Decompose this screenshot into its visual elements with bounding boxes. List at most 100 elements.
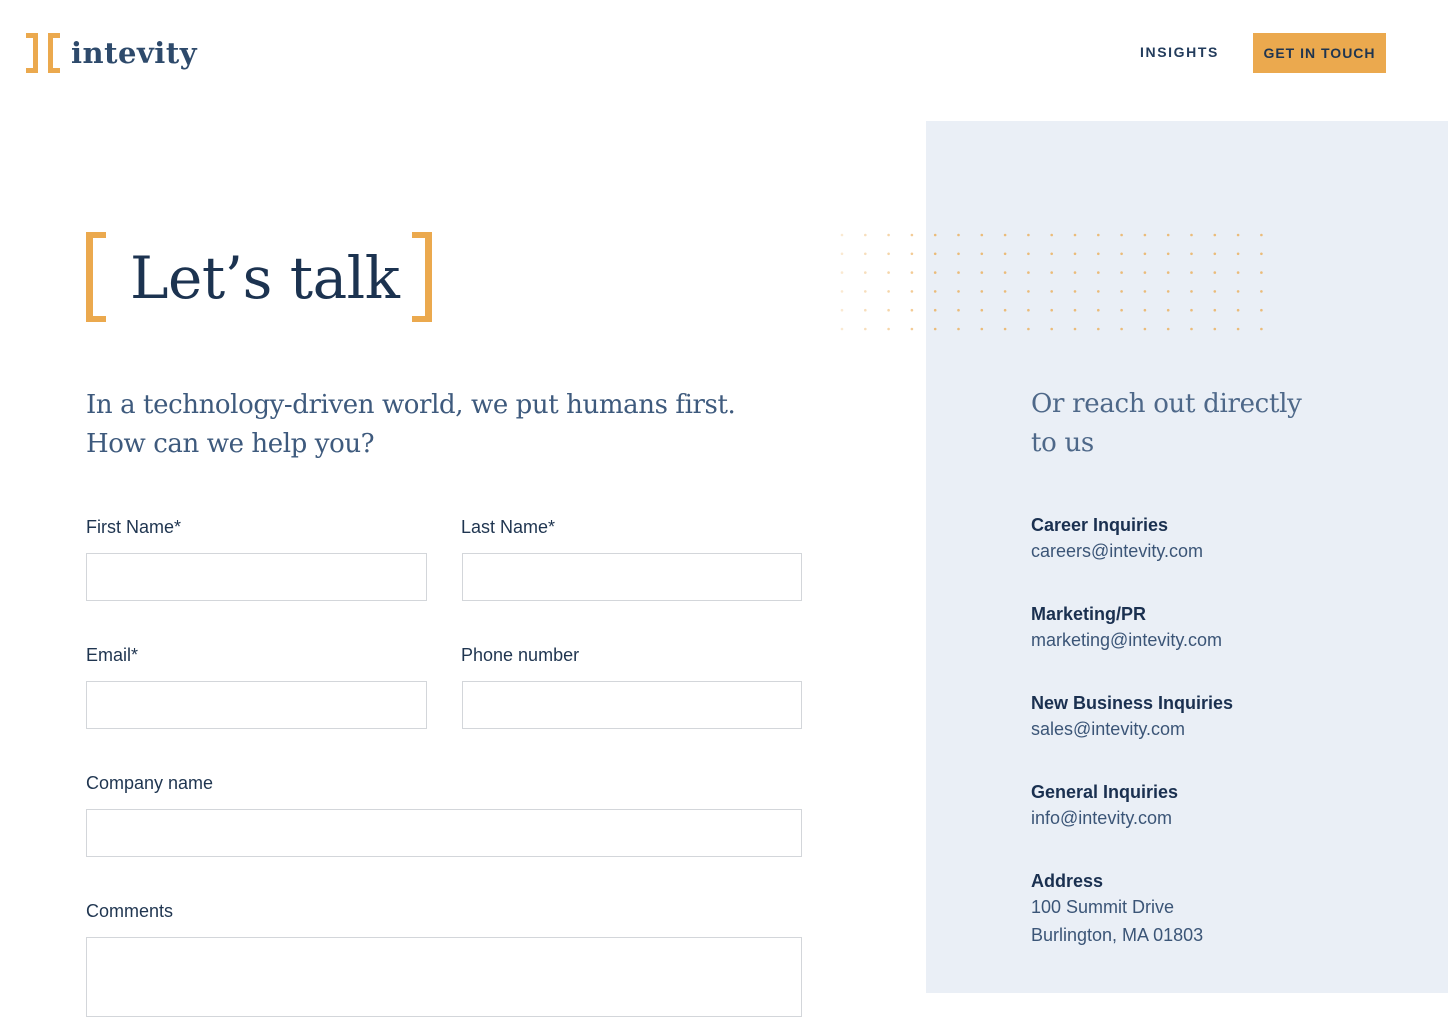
pattern-dot — [1073, 308, 1077, 312]
pattern-dot — [1073, 252, 1077, 256]
nav-insights-link[interactable]: INSIGHTS — [1140, 44, 1219, 60]
pattern-dot — [1120, 271, 1123, 274]
contact-heading: New Business Inquiries — [1031, 693, 1234, 713]
pattern-dot — [1190, 308, 1193, 312]
pattern-dot — [864, 252, 867, 256]
reach-out-line-2: to us — [1031, 428, 1094, 458]
contact-heading: Marketing/PR — [1031, 604, 1147, 624]
pattern-dot — [980, 290, 984, 293]
pattern-dot — [840, 327, 844, 331]
pattern-dot — [1236, 271, 1240, 274]
pattern-dot — [1050, 308, 1053, 312]
contact-address: Address 100 Summit Drive Burlington, MA … — [1031, 869, 1203, 949]
pattern-dot — [1003, 290, 1007, 293]
pattern-dot — [864, 290, 867, 293]
pattern-dot — [1143, 290, 1147, 293]
pattern-dot — [957, 327, 960, 331]
pattern-dot — [933, 271, 937, 274]
pattern-dot — [1003, 252, 1007, 256]
sales-email-link[interactable]: sales@intevity.com — [1031, 715, 1233, 743]
pattern-dot — [1213, 271, 1217, 274]
pattern-dot — [840, 233, 844, 237]
pattern-dot — [840, 271, 844, 274]
pattern-dot — [887, 308, 890, 312]
pattern-dot — [1166, 308, 1170, 312]
pattern-dot — [933, 252, 937, 256]
contact-heading: Career Inquiries — [1031, 515, 1169, 535]
company-input[interactable] — [86, 809, 802, 857]
pattern-dot — [1120, 327, 1123, 331]
pattern-dot — [957, 233, 960, 237]
logo-text: intevity — [71, 35, 198, 70]
pattern-dot — [1050, 290, 1053, 293]
phone-input[interactable] — [462, 681, 802, 729]
pattern-dot — [980, 308, 984, 312]
pattern-dot — [864, 308, 867, 312]
pattern-dot — [864, 233, 867, 237]
pattern-dot — [1050, 327, 1053, 331]
pattern-dot — [1050, 271, 1053, 274]
pattern-dot — [910, 327, 914, 331]
comments-label: Comments — [86, 901, 174, 921]
pattern-dot — [1236, 290, 1240, 293]
pattern-dot — [1097, 233, 1100, 237]
pattern-dot — [864, 327, 867, 331]
pattern-dot — [1003, 271, 1007, 274]
pattern-dot — [1190, 327, 1193, 331]
pattern-dot — [1143, 271, 1147, 274]
address-line-2: Burlington, MA 01803 — [1031, 925, 1204, 945]
pattern-dot — [933, 327, 937, 331]
pattern-dot — [980, 327, 984, 331]
pattern-dot — [1143, 252, 1147, 256]
pattern-dot — [1213, 308, 1217, 312]
pattern-dot — [1190, 233, 1193, 237]
pattern-dot — [1120, 308, 1123, 312]
pattern-dot — [1143, 327, 1147, 331]
pattern-dot — [1120, 233, 1123, 237]
contact-general: General Inquiries info@intevity.com — [1031, 780, 1178, 832]
contact-new-business: New Business Inquiries sales@intevity.co… — [1031, 691, 1233, 743]
pattern-dot — [1213, 252, 1217, 256]
pattern-dot — [1166, 290, 1170, 293]
pattern-dot — [910, 252, 914, 256]
email-label: Email* — [86, 645, 139, 665]
pattern-dot — [1236, 233, 1240, 237]
dot-pattern — [840, 233, 1263, 331]
pattern-dot — [1166, 271, 1170, 274]
pattern-dot — [887, 327, 890, 331]
pattern-dot — [1260, 290, 1263, 293]
contact-heading: General Inquiries — [1031, 782, 1179, 802]
page-title-block: Let’s talk — [86, 232, 434, 324]
pattern-dot — [1260, 308, 1263, 312]
pattern-dot — [1003, 233, 1007, 237]
get-in-touch-button[interactable]: GET IN TOUCH — [1253, 33, 1386, 73]
careers-email-link[interactable]: careers@intevity.com — [1031, 537, 1203, 565]
pattern-dot — [1143, 308, 1147, 312]
pattern-dot — [1166, 252, 1170, 256]
pattern-dot — [1027, 271, 1030, 274]
last-name-input[interactable] — [462, 553, 802, 601]
pattern-dot — [1236, 327, 1240, 331]
phone-label: Phone number — [461, 645, 580, 665]
marketing-email-link[interactable]: marketing@intevity.com — [1031, 626, 1222, 654]
reach-out-heading: Or reach out directly to us — [1031, 385, 1361, 463]
pattern-dot — [840, 290, 844, 293]
pattern-dot — [1073, 271, 1077, 274]
reach-out-line-1: Or reach out directly — [1031, 389, 1302, 419]
pattern-dot — [1027, 252, 1030, 256]
pattern-dot — [887, 271, 890, 274]
logo-link[interactable]: intevity — [25, 31, 197, 75]
pattern-dot — [887, 233, 890, 237]
pattern-dot — [1260, 327, 1263, 331]
info-email-link[interactable]: info@intevity.com — [1031, 804, 1178, 832]
comments-textarea[interactable] — [86, 937, 802, 1017]
first-name-input[interactable] — [86, 553, 427, 601]
pattern-dot — [1236, 252, 1240, 256]
pattern-dot — [1120, 290, 1123, 293]
pattern-dot — [957, 252, 960, 256]
email-input[interactable] — [86, 681, 427, 729]
pattern-dot — [1190, 290, 1193, 293]
pattern-dot — [980, 252, 984, 256]
pattern-dot — [1027, 308, 1030, 312]
pattern-dot — [1190, 252, 1193, 256]
